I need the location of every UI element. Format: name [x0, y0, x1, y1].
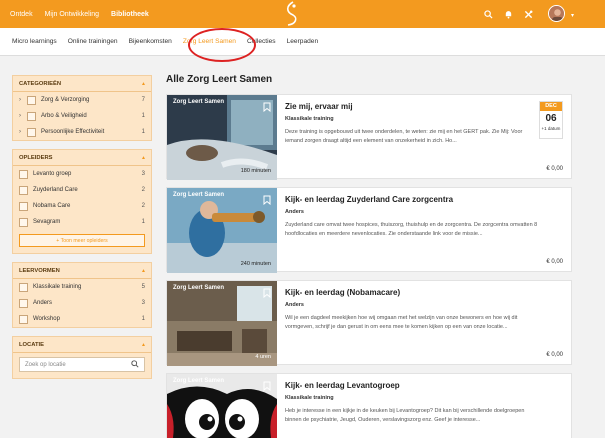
- tab-micro-learnings[interactable]: Micro learnings: [12, 38, 57, 45]
- checkbox[interactable]: [27, 127, 36, 137]
- learning-forms-header[interactable]: LEERVORMEN ▲: [13, 263, 151, 279]
- course-thumbnail[interactable]: Zorg Leert Samen: [167, 374, 277, 438]
- course-type: Klassikale training: [285, 395, 334, 401]
- learning-forms-panel: LEERVORMEN ▲ Klassikale training 5 Ander…: [12, 262, 152, 328]
- course-card[interactable]: Zorg Leert Samen Kijk- en leerdag Levant…: [166, 373, 572, 438]
- course-card[interactable]: Zorg Leert Samen 4 uren Kijk- en leerdag…: [166, 280, 572, 366]
- provider-row[interactable]: Nobama Care 2: [13, 198, 151, 214]
- topnav-ontdek[interactable]: Ontdek: [10, 11, 33, 18]
- location-search-input[interactable]: Zoek op locatie: [19, 357, 145, 372]
- tab-leerpaden[interactable]: Leerpaden: [287, 38, 319, 45]
- chevron-up-icon[interactable]: ▲: [141, 268, 146, 274]
- tab-online-trainingen[interactable]: Online trainingen: [68, 38, 118, 45]
- avatar[interactable]: [548, 5, 565, 22]
- chevron-up-icon[interactable]: ▲: [141, 155, 146, 161]
- course-thumbnail[interactable]: Zorg Leert Samen 180 minuten: [167, 95, 277, 180]
- top-icons: [475, 7, 535, 21]
- course-price: € 0,00: [546, 166, 563, 172]
- search-icon[interactable]: [481, 7, 495, 21]
- course-description: Wil je een dagdeel meekijken hoe wij omg…: [285, 315, 518, 330]
- checkbox[interactable]: [19, 282, 28, 292]
- course-body: Kijk- en leerdag Zuyderland Care zorgcen…: [285, 195, 565, 239]
- course-price: € 0,00: [546, 259, 563, 265]
- course-description: Heb je interesse in een kijkje in de keu…: [285, 408, 525, 423]
- bookmark-icon[interactable]: [263, 192, 271, 206]
- form-row[interactable]: Anders 3: [13, 295, 151, 311]
- checkbox[interactable]: [19, 314, 28, 324]
- course-card[interactable]: Zorg Leert Samen 240 minuten Kijk- en le…: [166, 187, 572, 273]
- providers-header[interactable]: OPLEIDERS ▲: [13, 150, 151, 166]
- show-more-providers-button[interactable]: + Toon meer opleiders: [19, 234, 145, 247]
- bookmark-icon[interactable]: [263, 378, 271, 392]
- course-description: Zuyderland care omvat twee hospices, thu…: [285, 222, 538, 237]
- course-price: € 0,00: [546, 352, 563, 358]
- location-panel: LOCATIE ▲ Zoek op locatie: [12, 336, 152, 379]
- chevron-down-icon[interactable]: ▾: [571, 12, 574, 19]
- course-title[interactable]: Kijk- en leerdag Levantogroep: [285, 381, 565, 390]
- topnav-mijn-ontwikkeling[interactable]: Mijn Ontwikkeling: [45, 11, 99, 18]
- checkbox[interactable]: [27, 111, 36, 121]
- category-row[interactable]: › Arbo & Veiligheid 1: [13, 108, 151, 124]
- category-row[interactable]: › Persoonlijke Effectiviteit 1: [13, 124, 151, 140]
- course-title[interactable]: Kijk- en leerdag (Nobamacare): [285, 288, 565, 297]
- course-type: Klassikale training: [285, 116, 334, 122]
- form-row[interactable]: Workshop 1: [13, 311, 151, 327]
- checkbox[interactable]: [19, 169, 28, 179]
- chevron-right-icon[interactable]: ›: [19, 129, 27, 135]
- page-title: Alle Zorg Leert Samen: [166, 74, 273, 85]
- categories-panel: CATEGORIEËN ▲ › Zorg & Verzorging 7 › Ar…: [12, 75, 152, 141]
- bell-icon[interactable]: [501, 7, 515, 21]
- checkbox[interactable]: [27, 95, 36, 105]
- chevron-right-icon[interactable]: ›: [19, 113, 27, 119]
- course-title[interactable]: Zie mij, ervaar mij: [285, 102, 565, 111]
- tools-icon[interactable]: [521, 7, 535, 21]
- checkbox[interactable]: [19, 298, 28, 308]
- top-bar: Ontdek Mijn Ontwikkeling Bibliotheek ▾: [0, 0, 605, 28]
- checkbox[interactable]: [19, 201, 28, 211]
- course-thumbnail[interactable]: Zorg Leert Samen 4 uren: [167, 281, 277, 366]
- bookmark-icon[interactable]: [263, 99, 271, 113]
- course-thumbnail[interactable]: Zorg Leert Samen 240 minuten: [167, 188, 277, 273]
- chevron-up-icon[interactable]: ▲: [141, 342, 146, 348]
- search-icon[interactable]: [131, 359, 139, 370]
- category-row[interactable]: › Zorg & Verzorging 7: [13, 92, 151, 108]
- provider-row[interactable]: Zuyderland Care 2: [13, 182, 151, 198]
- date-badge: DEC 06 +1 datum: [539, 101, 563, 139]
- filter-sidebar: CATEGORIEËN ▲ › Zorg & Verzorging 7 › Ar…: [12, 75, 152, 387]
- red-annotation-circle: [188, 28, 256, 62]
- bookmark-icon[interactable]: [263, 285, 271, 299]
- provider-row[interactable]: Levanto groep 3: [13, 166, 151, 182]
- library-tabs: Micro learnings Online trainingen Bijeen…: [0, 28, 605, 56]
- course-body: Kijk- en leerdag (Nobamacare) Anders Wil…: [285, 288, 565, 332]
- course-body: Kijk- en leerdag Levantogroep Klassikale…: [285, 381, 565, 425]
- course-type: Anders: [285, 302, 304, 308]
- checkbox[interactable]: [19, 185, 28, 195]
- providers-panel: OPLEIDERS ▲ Levanto groep 3 Zuyderland C…: [12, 149, 152, 254]
- top-nav: Ontdek Mijn Ontwikkeling Bibliotheek: [0, 11, 161, 18]
- form-row[interactable]: Klassikale training 5: [13, 279, 151, 295]
- topnav-bibliotheek[interactable]: Bibliotheek: [111, 11, 149, 18]
- course-description: Deze training is opgebouwd uit twee onde…: [285, 129, 523, 144]
- location-header[interactable]: LOCATIE ▲: [13, 337, 151, 353]
- brand-logo[interactable]: [276, 0, 306, 28]
- course-card[interactable]: Zorg Leert Samen 180 minuten Zie mij, er…: [166, 94, 572, 180]
- tab-bijeenkomsten[interactable]: Bijeenkomsten: [129, 38, 172, 45]
- course-type: Anders: [285, 209, 304, 215]
- provider-row[interactable]: Sevagram 1: [13, 214, 151, 230]
- chevron-right-icon[interactable]: ›: [19, 97, 27, 103]
- course-body: Zie mij, ervaar mij Klassikale training …: [285, 102, 565, 146]
- checkbox[interactable]: [19, 217, 28, 227]
- categories-header[interactable]: CATEGORIEËN ▲: [13, 76, 151, 92]
- course-title[interactable]: Kijk- en leerdag Zuyderland Care zorgcen…: [285, 195, 565, 204]
- chevron-up-icon[interactable]: ▲: [141, 81, 146, 87]
